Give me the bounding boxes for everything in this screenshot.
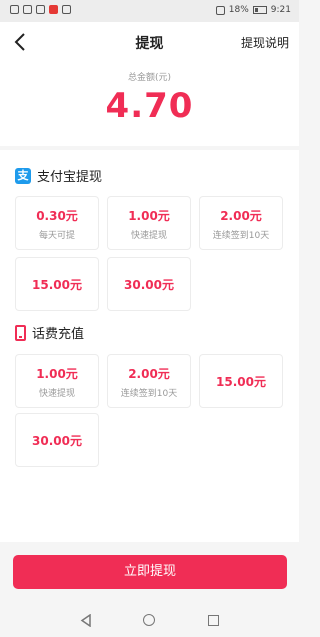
alipay-icon: 支 (15, 167, 31, 184)
alipay-option-card[interactable]: 0.30元 每天可提 (15, 196, 99, 250)
battery-icon (252, 6, 267, 14)
option-amount: 15.00元 (32, 278, 82, 292)
app-header: 提现 提现说明 (0, 22, 299, 62)
alipay-option-card[interactable]: 1.00元 快速提现 (107, 196, 191, 250)
alipay-option-card[interactable]: 15.00元 (15, 257, 99, 311)
system-nav-bar (0, 605, 299, 637)
withdraw-options-panel: 支 支付宝提现 0.30元 每天可提 1.00元 快速提现 2.00元 连续签到… (0, 150, 299, 542)
battery-percent: 18% (228, 5, 249, 15)
option-amount: 1.00元 (36, 367, 78, 381)
option-amount: 30.00元 (32, 434, 82, 448)
alipay-section-header: 支 支付宝提现 (15, 166, 102, 185)
app-icon (49, 5, 58, 14)
option-note: 每天可提 (38, 231, 75, 241)
balance-value: 4.70 (105, 86, 194, 126)
option-amount: 1.00元 (128, 209, 170, 223)
alipay-option-card[interactable]: 30.00元 (107, 257, 191, 311)
recharge-option-card[interactable]: 2.00元 连续签到10天 (107, 354, 191, 408)
balance-label: 总金额(元) (127, 73, 172, 83)
status-icons-right: 18% 9:21 (215, 5, 291, 15)
status-icons-left (10, 5, 71, 14)
alipay-section-title: 支付宝提现 (37, 170, 103, 185)
phone-recharge-section-title: 话费充值 (32, 327, 85, 342)
option-amount: 2.00元 (220, 209, 262, 223)
option-amount: 0.30元 (36, 209, 78, 223)
nav-back-icon[interactable] (80, 614, 92, 627)
option-amount: 15.00元 (216, 375, 266, 389)
withdraw-help-link[interactable]: 提现说明 (241, 34, 289, 51)
withdraw-now-button[interactable]: 立即提现 (13, 555, 287, 589)
nav-recents-icon[interactable] (208, 615, 219, 626)
balance-section: 总金额(元) 4.70 (0, 62, 299, 146)
option-note: 快速提现 (38, 389, 75, 399)
option-note: 连续签到10天 (212, 231, 270, 241)
option-amount: 2.00元 (128, 367, 170, 381)
alipay-option-card[interactable]: 2.00元 连续签到10天 (199, 196, 283, 250)
eye-icon (36, 5, 45, 14)
option-amount: 30.00元 (124, 278, 174, 292)
app-icon (62, 5, 71, 14)
recharge-option-card[interactable]: 15.00元 (199, 354, 283, 408)
phone-icon (15, 324, 26, 341)
signal-icon (10, 5, 19, 14)
option-note: 连续签到10天 (120, 389, 178, 399)
recharge-option-card[interactable]: 30.00元 (15, 413, 99, 467)
status-bar: 18% 9:21 (0, 0, 299, 22)
recharge-option-card[interactable]: 1.00元 快速提现 (15, 354, 99, 408)
bluetooth-icon (215, 5, 225, 15)
option-note: 快速提现 (130, 231, 167, 241)
status-time: 9:21 (270, 5, 291, 15)
phone-recharge-section-header: 话费充值 (15, 323, 84, 342)
wifi-icon (23, 5, 32, 14)
nav-home-icon[interactable] (143, 614, 155, 626)
